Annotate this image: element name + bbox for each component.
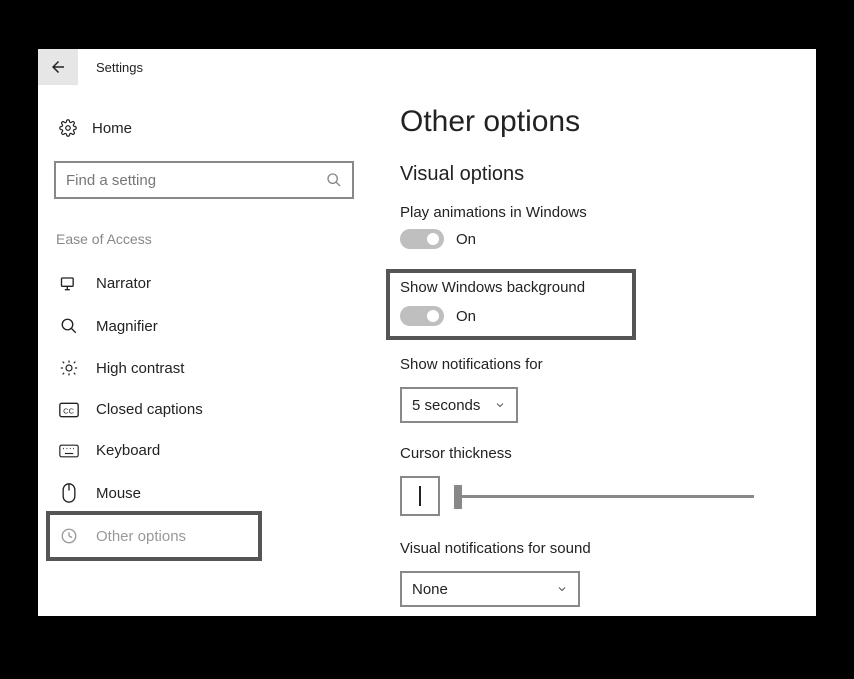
sidebar-item-label: Other options <box>96 528 186 545</box>
sidebar-item-label: High contrast <box>96 360 184 377</box>
visual-notifications-setting: Visual notifications for sound None <box>400 540 806 607</box>
settings-window: Settings Home Ease of Access Narr <box>38 49 816 616</box>
sidebar-item-label: Keyboard <box>96 442 160 459</box>
arrow-left-icon <box>49 58 67 76</box>
cursor-preview <box>400 476 440 516</box>
sidebar-item-narrator[interactable]: Narrator <box>50 261 258 305</box>
gear-icon <box>58 119 78 137</box>
chevron-down-icon <box>494 399 506 411</box>
sidebar-item-other-options[interactable]: Other options <box>50 515 258 557</box>
content-area: Home Ease of Access Narrator <box>38 85 816 616</box>
main-panel: Other options Visual options Play animat… <box>368 85 816 616</box>
slider-thumb[interactable] <box>454 485 462 509</box>
notifications-setting: Show notifications for 5 seconds <box>400 356 806 423</box>
search-input[interactable] <box>54 161 354 199</box>
sidebar-item-closed-captions[interactable]: CC Closed captions <box>50 389 258 430</box>
play-animations-setting: Play animations in Windows On <box>400 204 806 249</box>
visual-notifications-value: None <box>412 581 448 598</box>
sidebar: Home Ease of Access Narrator <box>38 85 368 616</box>
sidebar-item-high-contrast[interactable]: High contrast <box>50 347 258 389</box>
show-background-state: On <box>456 308 476 325</box>
mouse-icon <box>58 483 80 503</box>
sidebar-item-label: Narrator <box>96 275 151 292</box>
play-animations-label: Play animations in Windows <box>400 204 806 221</box>
cursor-thickness-setting: Cursor thickness <box>400 445 806 516</box>
home-label: Home <box>92 120 132 137</box>
toggle-knob <box>427 310 439 322</box>
sidebar-item-label: Closed captions <box>96 401 203 418</box>
svg-text:CC: CC <box>63 406 74 415</box>
titlebar: Settings <box>38 49 816 85</box>
sidebar-item-mouse[interactable]: Mouse <box>50 471 258 515</box>
sidebar-section-label: Ease of Access <box>56 231 368 247</box>
section-title: Visual options <box>400 163 806 186</box>
sidebar-item-keyboard[interactable]: Keyboard <box>50 430 258 471</box>
window-title: Settings <box>96 60 143 75</box>
show-background-highlight: Show Windows background On <box>386 269 636 340</box>
notifications-label: Show notifications for <box>400 356 806 373</box>
cursor-slider[interactable] <box>454 495 754 498</box>
closed-captions-icon: CC <box>58 402 80 418</box>
page-title: Other options <box>400 105 806 139</box>
cursor-bar-icon <box>419 486 421 506</box>
visual-notifications-label: Visual notifications for sound <box>400 540 806 557</box>
search-field[interactable] <box>66 172 326 189</box>
narrator-icon <box>58 273 80 293</box>
visual-notifications-dropdown[interactable]: None <box>400 571 580 607</box>
keyboard-icon <box>58 444 80 458</box>
toggle-knob <box>427 233 439 245</box>
nav-list: Narrator Magnifier High contrast <box>50 261 258 557</box>
notifications-value: 5 seconds <box>412 397 480 414</box>
show-background-toggle[interactable] <box>400 306 444 326</box>
cursor-label: Cursor thickness <box>400 445 806 462</box>
play-animations-toggle[interactable] <box>400 229 444 249</box>
search-icon <box>326 172 342 188</box>
play-animations-state: On <box>456 231 476 248</box>
sidebar-item-label: Magnifier <box>96 318 158 335</box>
show-background-label: Show Windows background <box>400 279 622 296</box>
sidebar-item-label: Mouse <box>96 485 141 502</box>
home-button[interactable]: Home <box>50 113 368 143</box>
other-options-icon <box>58 527 80 545</box>
back-button[interactable] <box>38 49 78 85</box>
magnifier-icon <box>58 317 80 335</box>
chevron-down-icon <box>556 583 568 595</box>
notifications-dropdown[interactable]: 5 seconds <box>400 387 518 423</box>
high-contrast-icon <box>58 359 80 377</box>
sidebar-item-magnifier[interactable]: Magnifier <box>50 305 258 347</box>
